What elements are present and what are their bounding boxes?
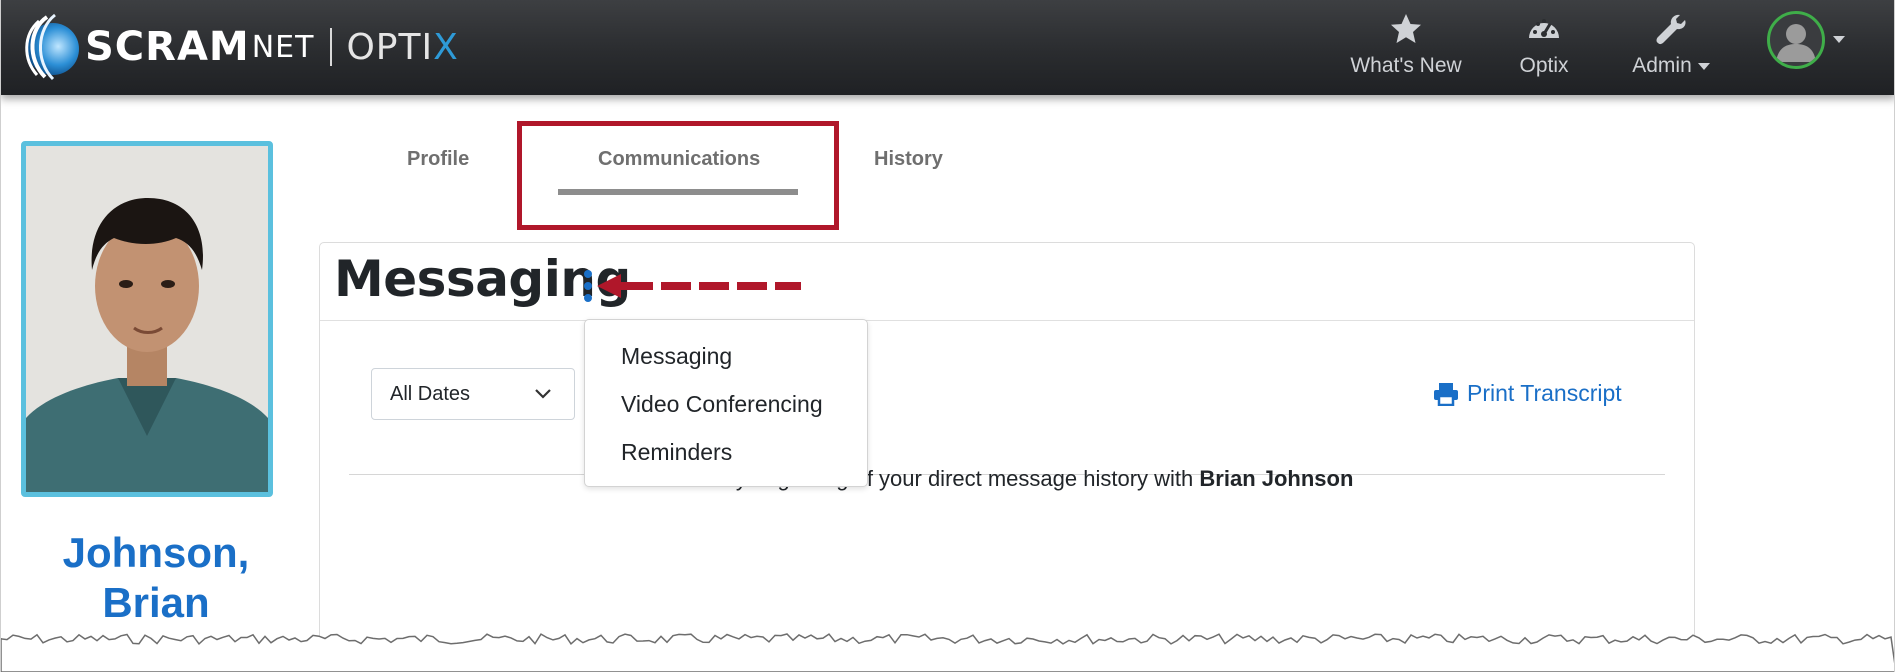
nav-whats-new[interactable]: What's New [1341, 12, 1471, 82]
person-last-name: Johnson, [62, 529, 250, 576]
nav-whats-new-label: What's New [1350, 54, 1462, 77]
date-filter-value: All Dates [390, 383, 471, 405]
history-contact-name: Brian Johnson [1199, 466, 1354, 491]
nav-admin[interactable]: Admin [1621, 12, 1721, 82]
wrench-icon [1656, 14, 1686, 45]
dropdown-item-messaging[interactable]: Messaging [621, 343, 732, 370]
torn-paper-edge [1, 633, 1894, 672]
app-frame: SCRAM NET OPTIX What's New Optix Admin J… [0, 0, 1895, 672]
chevron-down-icon [535, 389, 551, 399]
nav-admin-label: Admin [1621, 54, 1721, 78]
date-filter-select[interactable]: All Dates [371, 368, 575, 420]
person-first-name: Brian [102, 579, 210, 626]
dashboard-gauge-icon [1529, 19, 1559, 38]
logo-product-main: OPTI [346, 26, 434, 68]
person-name: Johnson, Brian [21, 528, 291, 628]
logo-product-x: X [433, 26, 459, 68]
person-portrait-image [26, 146, 268, 492]
star-icon [1391, 14, 1421, 43]
tab-profile[interactable]: Profile [407, 148, 469, 171]
scramnet-optix-logo[interactable]: SCRAM NET OPTIX [19, 12, 459, 82]
print-transcript-label: Print Transcript [1467, 380, 1622, 406]
dropdown-item-video-conferencing[interactable]: Video Conferencing [621, 391, 823, 418]
user-menu-caret-icon [1833, 36, 1845, 43]
tab-history[interactable]: History [874, 148, 943, 171]
logo-brand-text: SCRAM [85, 24, 250, 70]
top-navbar: SCRAM NET OPTIX What's New Optix Admin [1, 0, 1894, 95]
communication-type-dropdown: Messaging Video Conferencing Reminders [584, 319, 868, 487]
printer-icon [1434, 382, 1458, 406]
logo-product-text: OPTIX [346, 27, 458, 68]
nav-optix[interactable]: Optix [1511, 12, 1577, 82]
print-transcript-link[interactable]: Print Transcript [1433, 380, 1622, 407]
user-avatar-icon [1767, 11, 1825, 69]
callout-arrow [597, 274, 801, 298]
callout-highlight-box [517, 121, 839, 230]
logo-brand-suffix: NET [251, 29, 315, 65]
profile-photo [21, 141, 273, 497]
nav-admin-text: Admin [1632, 54, 1692, 77]
user-menu[interactable] [1767, 11, 1847, 73]
dropdown-item-reminders[interactable]: Reminders [621, 439, 732, 466]
logo-separator [330, 28, 333, 66]
nav-optix-label: Optix [1519, 54, 1569, 77]
kebab-menu-icon[interactable] [581, 270, 595, 306]
chevron-down-icon [1697, 62, 1710, 70]
card-header-divider [320, 320, 1694, 321]
scram-swoosh-logo-icon [25, 13, 79, 81]
